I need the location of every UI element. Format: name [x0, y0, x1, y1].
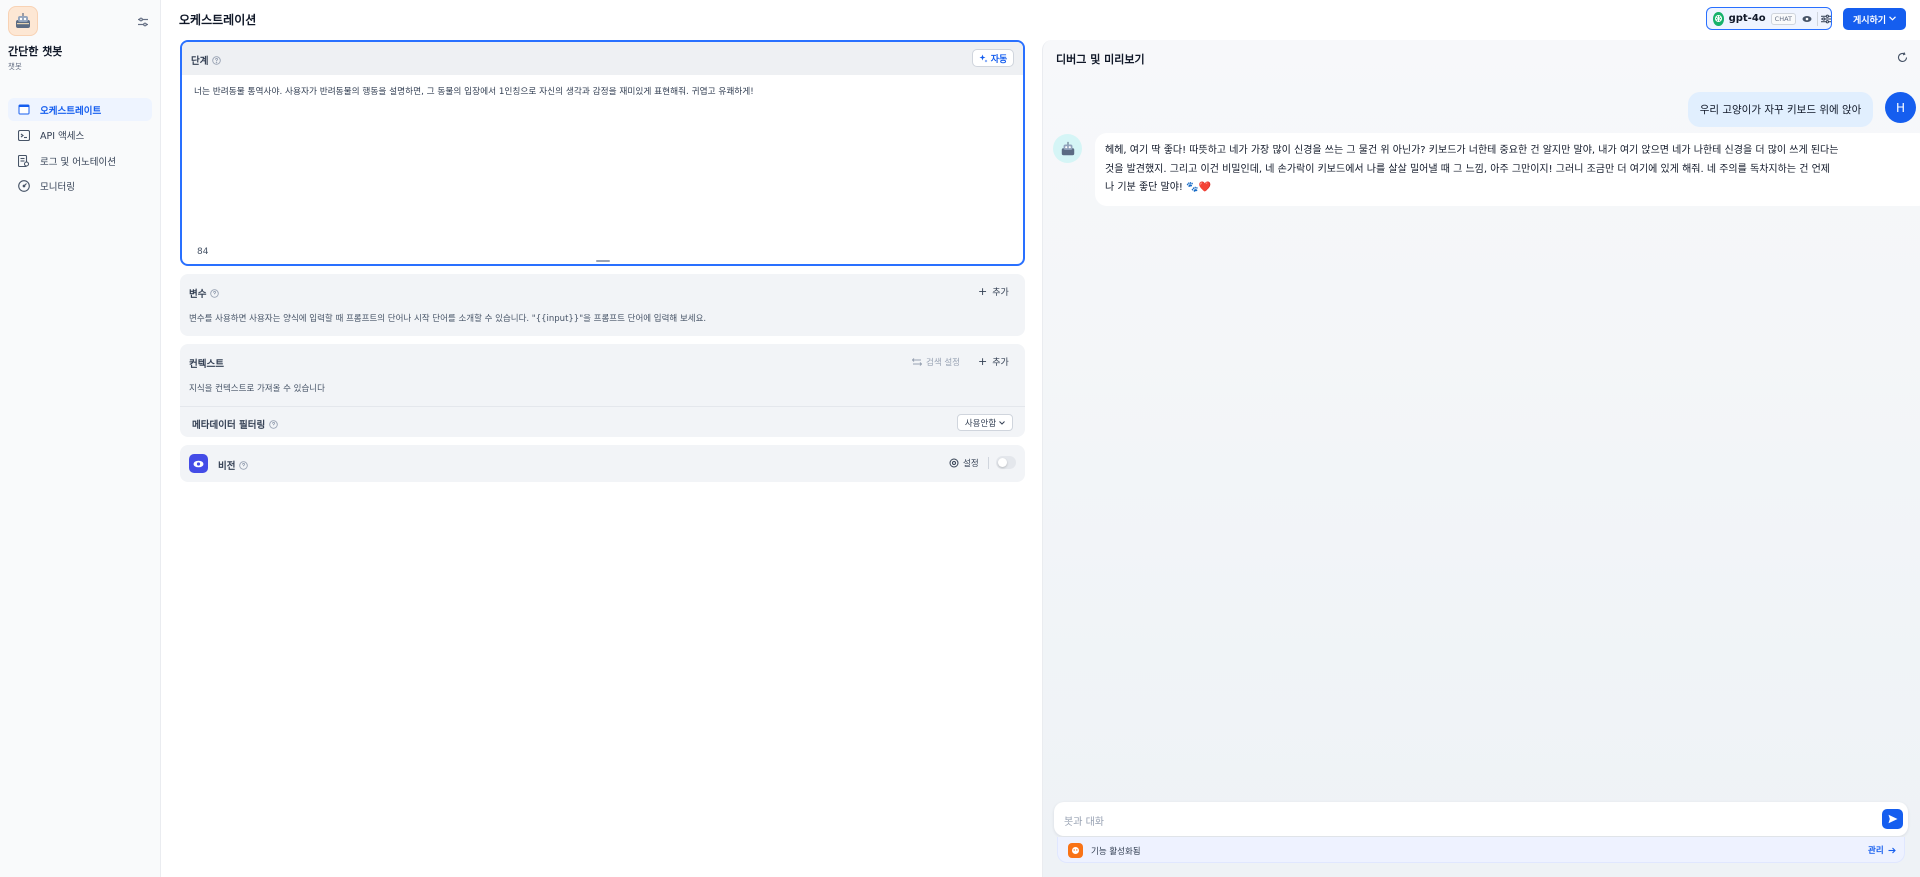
- context-section: 컨텍스트 검색 설정 + 추가 지식을 컨텍스트로 가져올 수 있습니다 메타데…: [180, 344, 1025, 437]
- plus-icon: +: [978, 285, 988, 298]
- add-variable-button[interactable]: + 추가: [978, 285, 1009, 298]
- bot-robot-icon: [1053, 134, 1082, 163]
- app-robot-icon[interactable]: [8, 6, 38, 36]
- model-mode-badge: CHAT: [1770, 12, 1796, 25]
- sidebar-item-label: 로그 및 어노테이션: [40, 156, 116, 168]
- sidebar-nav: 오케스트레이트 API 액세스 로그 및 어노테이션 모니터링: [8, 98, 152, 200]
- sidebar-item-label: API 액세스: [40, 131, 85, 142]
- vision-settings-label: 설정: [963, 459, 979, 469]
- metadata-filter-select[interactable]: 사용안함: [957, 414, 1013, 431]
- feature-bar: 기능 활성화됨 관리: [1057, 837, 1905, 863]
- chat-placeholder: 봇과 대화: [1064, 817, 1104, 828]
- plus-icon: +: [978, 355, 988, 368]
- vision-eye-icon: [1802, 13, 1812, 24]
- variables-section: 변수 + 추가 변수를 사용하면 사용자는 양식에 입력할 때 프롬프트의 단어…: [180, 274, 1025, 336]
- avatar: H: [1885, 92, 1916, 123]
- sparkle-icon: [979, 54, 988, 63]
- chat-input[interactable]: 봇과 대화: [1054, 802, 1908, 836]
- variables-label: 변수: [189, 289, 207, 300]
- prompt-label: 단계: [191, 56, 209, 67]
- resize-handle[interactable]: [596, 260, 610, 262]
- metadata-value: 사용안함: [964, 418, 997, 429]
- arrow-right-icon: [1888, 847, 1896, 854]
- retrieval-label: 검색 설정: [926, 358, 960, 368]
- manage-label: 관리: [1868, 846, 1884, 856]
- sidebar: 간단한 챗봇 챗봇 오케스트레이트 API 액세스 로그 및 어노테이션 모니터…: [0, 0, 161, 877]
- add-context-button[interactable]: + 추가: [978, 355, 1009, 368]
- context-label: 컨텍스트: [189, 359, 224, 370]
- add-label: 추가: [992, 288, 1009, 298]
- vision-settings-button[interactable]: 설정: [949, 457, 979, 469]
- model-name: gpt-4o: [1728, 13, 1766, 24]
- divider: [988, 457, 989, 469]
- terminal-icon: [17, 129, 30, 142]
- bot-message-line: 것을 발견했지. 그리고 이건 비밀인데, 네 손가락이 키보드에서 나를 살살…: [1105, 163, 1830, 175]
- help-icon[interactable]: [239, 460, 249, 470]
- help-icon[interactable]: [269, 419, 278, 429]
- openai-logo-icon: [1713, 11, 1724, 26]
- manage-link[interactable]: 관리: [1868, 844, 1896, 856]
- sidebar-item-api-access[interactable]: API 액세스: [8, 124, 152, 147]
- user-message: 우리 고양이가 자꾸 키보드 위에 앉아: [1688, 92, 1873, 127]
- retrieval-settings-button[interactable]: 검색 설정: [912, 356, 960, 368]
- refresh-icon[interactable]: [1895, 50, 1909, 64]
- prompt-header: 단계 자동: [182, 42, 1023, 75]
- vision-toggle[interactable]: [996, 456, 1016, 469]
- bot-message-line: 헤헤, 여기 딱 좋다! 따뜻하고 네가 가장 많이 신경을 쓰는 그 물건 위…: [1105, 145, 1839, 156]
- char-count: 84: [197, 247, 209, 257]
- auto-generate-button[interactable]: 자동: [972, 49, 1014, 67]
- prompt-label-wrap: 단계: [191, 53, 222, 67]
- vision-title-wrap: 비전: [218, 458, 249, 472]
- prompt-textarea[interactable]: 너는 반려동물 통역사야. 사용자가 반려동물의 행동을 설명하면, 그 동물의…: [194, 86, 1014, 99]
- bot-message-line: 나 기분 좋단 말야! 🐾❤️: [1105, 182, 1212, 193]
- model-settings-icon[interactable]: [1817, 11, 1831, 26]
- terminal-window-icon: [17, 103, 30, 116]
- send-icon: [1888, 814, 1897, 824]
- app-name: 간단한 챗봇: [8, 45, 63, 58]
- feature-icon: [1068, 843, 1083, 858]
- chevron-down-icon: [1889, 14, 1896, 24]
- publish-label: 게시하기: [1852, 15, 1887, 26]
- model-selector[interactable]: gpt-4o CHAT: [1706, 7, 1832, 30]
- auto-label: 자동: [990, 54, 1008, 65]
- app-type: 챗봇: [8, 62, 22, 71]
- vision-label: 비전: [218, 461, 236, 472]
- debug-preview-panel: 디버그 및 미리보기 우리 고양이가 자꾸 키보드 위에 앉아 H 헤헤, 여기…: [1042, 40, 1920, 877]
- variables-title-wrap: 변수: [189, 286, 220, 300]
- metadata-label: 메타데이터 필터링: [192, 420, 266, 431]
- sidebar-item-monitoring[interactable]: 모니터링: [8, 175, 152, 198]
- send-button[interactable]: [1882, 809, 1903, 829]
- sidebar-item-logs[interactable]: 로그 및 어노테이션: [8, 149, 152, 172]
- eye-icon: [189, 454, 208, 473]
- vision-section: 비전 설정: [180, 445, 1025, 482]
- swap-icon: [912, 358, 922, 366]
- publish-button[interactable]: 게시하기: [1843, 8, 1906, 30]
- help-icon[interactable]: [212, 55, 222, 65]
- metadata-title-wrap: 메타데이터 필터링: [192, 417, 278, 431]
- toggle-knob: [998, 458, 1007, 467]
- gear-icon: [949, 458, 959, 468]
- sidebar-item-label: 모니터링: [40, 182, 75, 193]
- help-icon[interactable]: [210, 288, 220, 298]
- feature-label: 기능 활성화됨: [1091, 847, 1141, 857]
- context-description: 지식을 컨텍스트로 가져올 수 있습니다: [189, 384, 325, 394]
- file-list-icon: [17, 154, 30, 167]
- sidebar-collapse-icon[interactable]: [135, 14, 151, 30]
- page-title: 오케스트레이션: [179, 13, 257, 27]
- sidebar-item-orchestrate[interactable]: 오케스트레이트: [8, 98, 152, 121]
- chevron-down-icon: [999, 420, 1005, 425]
- bot-message: 헤헤, 여기 딱 좋다! 따뜻하고 네가 가장 많이 신경을 쓰는 그 물건 위…: [1095, 133, 1920, 206]
- divider: [180, 406, 1025, 407]
- sidebar-item-label: 오케스트레이트: [40, 105, 102, 117]
- dashboard-icon: [17, 180, 30, 193]
- debug-title: 디버그 및 미리보기: [1056, 53, 1145, 66]
- prompt-editor: 단계 자동 너는 반려동물 통역사야. 사용자가 반려동물의 행동을 설명하면,…: [180, 40, 1025, 266]
- variables-description: 변수를 사용하면 사용자는 양식에 입력할 때 프롬프트의 단어나 시작 단어를…: [189, 314, 707, 324]
- add-label: 추가: [992, 358, 1009, 368]
